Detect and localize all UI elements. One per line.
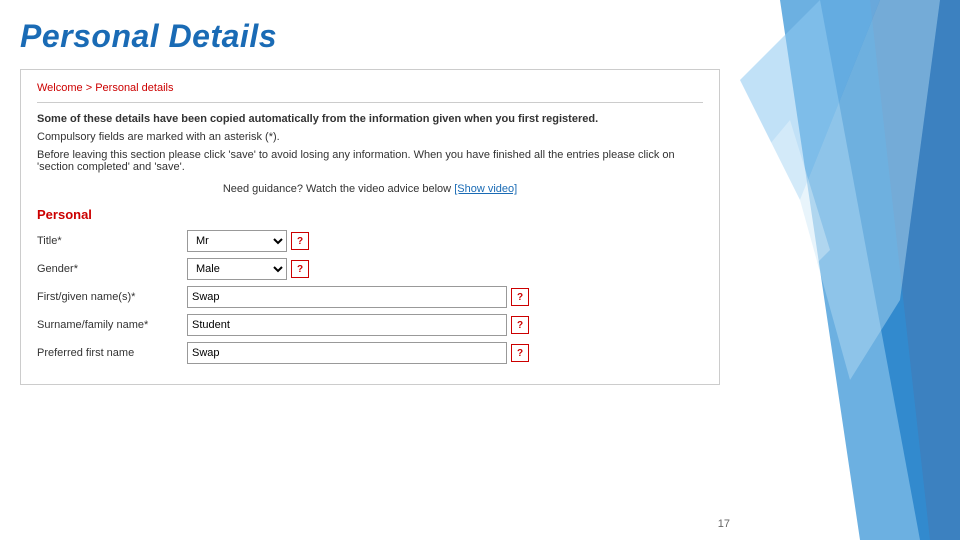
label-preferred: Preferred first name [37, 347, 187, 359]
preferred-help-button[interactable]: ? [511, 344, 529, 362]
info-line3: Before leaving this section please click… [37, 149, 703, 173]
info-line2: Compulsory fields are marked with an ast… [37, 131, 703, 143]
surname-input[interactable] [187, 314, 507, 336]
page-number: 17 [718, 518, 730, 530]
field-row-title: Title* Mr Mrs Miss Ms Dr ? [37, 230, 703, 252]
title-help-button[interactable]: ? [291, 232, 309, 250]
preferred-input[interactable] [187, 342, 507, 364]
section-title: Personal [37, 207, 703, 222]
field-row-gender: Gender* Male Female Other ? [37, 258, 703, 280]
title-select[interactable]: Mr Mrs Miss Ms Dr [187, 230, 287, 252]
guidance-row: Need guidance? Watch the video advice be… [37, 183, 703, 195]
show-video-link[interactable]: [Show video] [454, 183, 517, 195]
label-surname: Surname/family name* [37, 319, 187, 331]
firstname-input[interactable] [187, 286, 507, 308]
field-row-firstname: First/given name(s)* ? [37, 286, 703, 308]
label-gender: Gender* [37, 263, 187, 275]
breadcrumb-welcome[interactable]: Welcome [37, 82, 83, 94]
title-input-wrap: Mr Mrs Miss Ms Dr ? [187, 230, 309, 252]
field-row-preferred: Preferred first name ? [37, 342, 703, 364]
info-line1: Some of these details have been copied a… [37, 113, 703, 125]
label-firstname: First/given name(s)* [37, 291, 187, 303]
gender-help-button[interactable]: ? [291, 260, 309, 278]
field-row-surname: Surname/family name* ? [37, 314, 703, 336]
page-title: Personal Details [20, 18, 720, 55]
surname-input-wrap: ? [187, 314, 529, 336]
divider [37, 102, 703, 103]
gender-input-wrap: Male Female Other ? [187, 258, 309, 280]
surname-help-button[interactable]: ? [511, 316, 529, 334]
label-title: Title* [37, 235, 187, 247]
gender-select[interactable]: Male Female Other [187, 258, 287, 280]
form-container: Welcome > Personal details Some of these… [20, 69, 720, 385]
firstname-input-wrap: ? [187, 286, 529, 308]
firstname-help-button[interactable]: ? [511, 288, 529, 306]
breadcrumb: Welcome > Personal details [37, 82, 703, 94]
preferred-input-wrap: ? [187, 342, 529, 364]
